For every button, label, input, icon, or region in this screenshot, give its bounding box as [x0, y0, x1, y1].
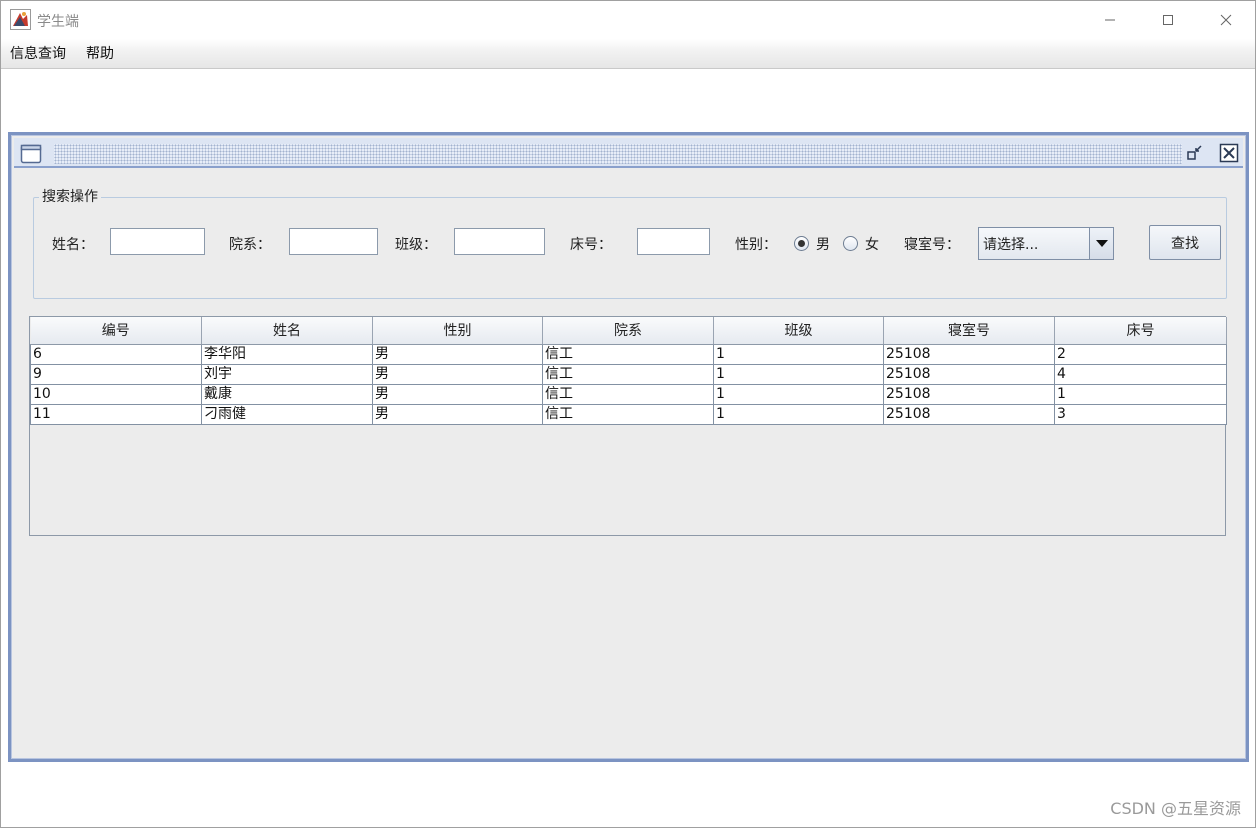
column-header-dept[interactable]: 院系: [542, 317, 714, 345]
cell-dorm[interactable]: 25108: [883, 403, 1055, 425]
dept-input[interactable]: [289, 228, 378, 255]
cell-name[interactable]: 刘宇: [201, 363, 373, 385]
gender-male-radio[interactable]: [794, 236, 809, 251]
minimize-icon: [1105, 19, 1115, 21]
internal-frame: 搜索操作 姓名： 院系： 班级： 床号： 性别： 男 女 寝室号： 请选择...…: [8, 132, 1249, 762]
cell-name[interactable]: 刁雨健: [201, 403, 373, 425]
restore-icon[interactable]: [1185, 143, 1205, 163]
cell-dept[interactable]: 信工: [542, 403, 714, 425]
column-header-id[interactable]: 编号: [30, 317, 202, 345]
bed-label: 床号：: [570, 237, 612, 253]
dorm-select-value: 请选择...: [983, 237, 1039, 253]
java-app-icon: [10, 9, 31, 30]
app-window: 学生端 信息查询 帮助 搜索操作 姓名： 院系： 班级： 床号： 性别： 男 女…: [0, 0, 1256, 828]
close-button[interactable]: [1197, 1, 1255, 39]
cell-dorm[interactable]: 25108: [883, 343, 1055, 365]
gender-label: 性别：: [735, 237, 777, 253]
table-row[interactable]: 6 李华阳 男 信工 1 25108 2: [30, 343, 1227, 365]
search-group-title: 搜索操作: [39, 186, 101, 206]
cell-gender[interactable]: 男: [372, 343, 543, 365]
cell-id[interactable]: 10: [30, 383, 202, 405]
chevron-down-icon: [1095, 239, 1108, 247]
table-row[interactable]: 9 刘宇 男 信工 1 25108 4: [30, 363, 1227, 385]
cell-gender[interactable]: 男: [372, 403, 543, 425]
name-label: 姓名：: [52, 237, 94, 253]
cell-class[interactable]: 1: [713, 343, 884, 365]
maximize-button[interactable]: [1139, 1, 1197, 39]
cell-dept[interactable]: 信工: [542, 363, 714, 385]
dorm-select[interactable]: 请选择...: [978, 227, 1114, 260]
cell-id[interactable]: 9: [30, 363, 202, 385]
cell-class[interactable]: 1: [713, 403, 884, 425]
table-header-row: 编号 姓名 性别 院系 班级 寝室号 床号: [30, 317, 1227, 345]
column-header-bed[interactable]: 床号: [1054, 317, 1227, 345]
gender-male-label: 男: [816, 237, 830, 253]
cell-dept[interactable]: 信工: [542, 383, 714, 405]
cell-gender[interactable]: 男: [372, 383, 543, 405]
frame-close-icon[interactable]: [1219, 143, 1239, 163]
cell-dorm[interactable]: 25108: [883, 383, 1055, 405]
cell-name[interactable]: 李华阳: [201, 343, 373, 365]
table-row[interactable]: 11 刁雨健 男 信工 1 25108 3: [30, 403, 1227, 425]
cell-gender[interactable]: 男: [372, 363, 543, 385]
cell-dept[interactable]: 信工: [542, 343, 714, 365]
cell-bed[interactable]: 4: [1054, 363, 1227, 385]
menu-help[interactable]: 帮助: [86, 43, 114, 63]
table-row[interactable]: 10 戴康 男 信工 1 25108 1: [30, 383, 1227, 405]
gender-female-label: 女: [865, 237, 879, 253]
minimize-button[interactable]: [1081, 1, 1139, 39]
cell-class[interactable]: 1: [713, 383, 884, 405]
dropdown-arrow-button[interactable]: [1089, 228, 1113, 259]
internal-frame-titlebar[interactable]: [14, 138, 1243, 168]
cell-dorm[interactable]: 25108: [883, 363, 1055, 385]
column-header-dorm[interactable]: 寝室号: [883, 317, 1055, 345]
title-bar: 学生端: [1, 1, 1255, 39]
frame-title-grip: [54, 144, 1182, 164]
menu-bar: 信息查询 帮助: [1, 39, 1255, 69]
find-button[interactable]: 查找: [1149, 225, 1221, 260]
window-title: 学生端: [37, 14, 79, 30]
name-input[interactable]: [110, 228, 205, 255]
cell-bed[interactable]: 2: [1054, 343, 1227, 365]
student-table: 编号 姓名 性别 院系 班级 寝室号 床号 6 李华阳 男 信工 1 25108…: [29, 316, 1227, 536]
dorm-label: 寝室号：: [904, 237, 960, 253]
cell-bed[interactable]: 1: [1054, 383, 1227, 405]
class-input[interactable]: [454, 228, 545, 255]
bed-input[interactable]: [637, 228, 710, 255]
frame-window-icon: [20, 144, 42, 164]
column-header-name[interactable]: 姓名: [201, 317, 373, 345]
column-header-gender[interactable]: 性别: [372, 317, 543, 345]
menu-info-query[interactable]: 信息查询: [10, 43, 66, 63]
cell-id[interactable]: 6: [30, 343, 202, 365]
close-icon: [1220, 14, 1232, 26]
class-label: 班级：: [395, 237, 437, 253]
dept-label: 院系：: [229, 237, 271, 253]
cell-class[interactable]: 1: [713, 363, 884, 385]
cell-name[interactable]: 戴康: [201, 383, 373, 405]
gender-female-radio[interactable]: [843, 236, 858, 251]
watermark: CSDN @五星资源: [1110, 799, 1241, 818]
cell-bed[interactable]: 3: [1054, 403, 1227, 425]
maximize-icon: [1163, 15, 1173, 25]
column-header-class[interactable]: 班级: [713, 317, 884, 345]
cell-id[interactable]: 11: [30, 403, 202, 425]
